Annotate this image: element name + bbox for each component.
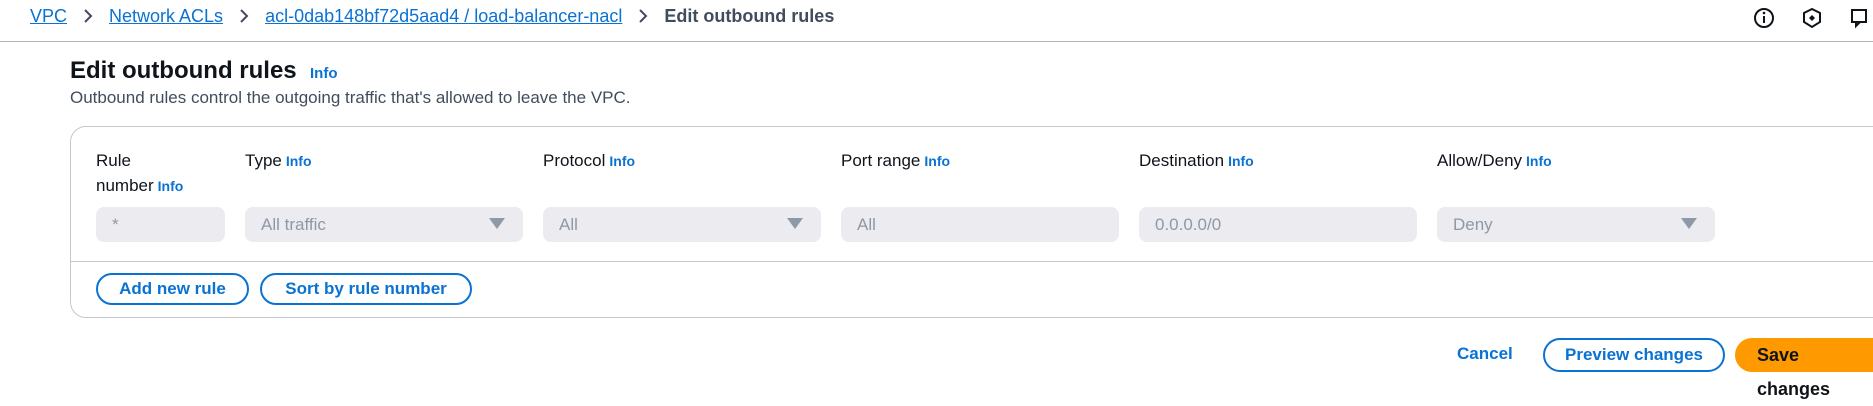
column-port-range: Port range Info xyxy=(841,148,950,174)
shield-icon[interactable] xyxy=(1799,5,1825,31)
protocol-info-link[interactable]: Info xyxy=(609,153,635,169)
chevron-right-icon xyxy=(239,8,249,24)
breadcrumb-current: Edit outbound rules xyxy=(664,6,835,26)
feedback-icon[interactable] xyxy=(1847,5,1873,31)
cancel-button[interactable]: Cancel xyxy=(1457,338,1513,370)
column-destination: Destination Info xyxy=(1139,148,1254,174)
column-protocol: Protocol Info xyxy=(543,148,635,174)
breadcrumb-network-acls[interactable]: Network ACLs xyxy=(109,6,223,26)
port-range-input[interactable]: All xyxy=(841,207,1119,242)
allow-deny-info-link[interactable]: Info xyxy=(1526,153,1552,169)
breadcrumb: VPC Network ACLs acl-0dab148bf72d5aad4 /… xyxy=(30,6,834,26)
chevron-right-icon xyxy=(83,8,93,24)
breadcrumb-acl[interactable]: acl-0dab148bf72d5aad4 / load-balancer-na… xyxy=(265,6,622,26)
destination-input[interactable]: 0.0.0.0/0 xyxy=(1139,207,1417,242)
type-info-link[interactable]: Info xyxy=(286,153,312,169)
column-label: Protocol xyxy=(543,151,606,170)
column-label: Type xyxy=(245,151,282,170)
column-label: Port range xyxy=(841,151,921,170)
column-label: number xyxy=(96,176,154,195)
rule-number-input[interactable]: * xyxy=(96,207,225,242)
rule-number-info-link[interactable]: Info xyxy=(158,178,184,194)
save-changes-button[interactable]: Save changes xyxy=(1735,338,1873,399)
caret-down-icon xyxy=(787,218,803,229)
allow-deny-select[interactable]: Deny xyxy=(1437,207,1715,242)
add-new-rule-button[interactable]: Add new rule xyxy=(96,273,249,305)
preview-changes-button[interactable]: Preview changes xyxy=(1543,338,1725,372)
allow-deny-select-value: Deny xyxy=(1453,215,1493,234)
caret-down-icon xyxy=(1681,218,1697,229)
protocol-select[interactable]: All xyxy=(543,207,821,242)
destination-info-link[interactable]: Info xyxy=(1228,153,1254,169)
column-label: Allow/Deny xyxy=(1437,151,1523,170)
title-info-link[interactable]: Info xyxy=(310,65,338,82)
column-allow-deny: Allow/Deny Info xyxy=(1437,148,1552,174)
protocol-select-value: All xyxy=(559,215,578,234)
info-circle-icon[interactable] xyxy=(1751,5,1777,31)
column-rule-number: Rule number Info xyxy=(96,148,183,199)
page-title: Edit outbound rules xyxy=(70,57,297,84)
sort-by-rule-number-button[interactable]: Sort by rule number xyxy=(260,273,472,305)
type-select[interactable]: All traffic xyxy=(245,207,523,242)
caret-down-icon xyxy=(489,218,505,229)
chevron-right-icon xyxy=(638,8,648,24)
type-select-value: All traffic xyxy=(261,215,326,234)
top-bar: VPC Network ACLs acl-0dab148bf72d5aad4 /… xyxy=(0,0,1873,42)
header-icons xyxy=(1751,5,1873,31)
breadcrumb-vpc[interactable]: VPC xyxy=(30,6,67,26)
column-type: Type Info xyxy=(245,148,312,174)
port-range-info-link[interactable]: Info xyxy=(924,153,950,169)
column-label: Destination xyxy=(1139,151,1225,170)
page-description: Outbound rules control the outgoing traf… xyxy=(70,88,631,107)
column-label: Rule xyxy=(96,151,131,170)
rules-divider xyxy=(70,261,1873,262)
